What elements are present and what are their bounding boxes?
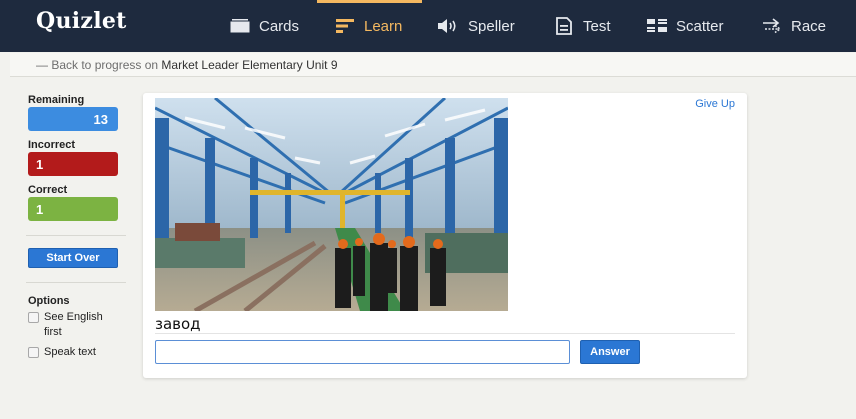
learn-card: Give Up завод Answer — [143, 93, 747, 378]
term-image — [155, 98, 508, 311]
term-text: завод — [155, 315, 201, 333]
sidebar-divider — [26, 235, 126, 236]
correct-label: Correct — [28, 184, 68, 196]
option-speak-text[interactable]: Speak text — [28, 345, 120, 360]
set-name-link[interactable]: Market Leader Elementary Unit 9 — [161, 58, 337, 72]
give-up-link[interactable]: Give Up — [695, 98, 735, 110]
nav-cards-label: Cards — [259, 17, 300, 35]
quizlet-logo[interactable]: Quizlet — [36, 8, 127, 34]
remaining-count: 13 — [28, 107, 118, 131]
nav-speller[interactable]: Speller — [438, 0, 515, 52]
learn-icon — [334, 15, 356, 37]
term-separator — [155, 333, 735, 334]
see-english-first-checkbox[interactable] — [28, 312, 39, 323]
top-nav: Quizlet Cards Learn Speller Test Scatter — [0, 0, 856, 52]
learn-sidebar: Remaining 13 Incorrect 1 Correct 1 Start… — [26, 94, 126, 365]
incorrect-count: 1 — [28, 152, 118, 176]
race-icon — [761, 15, 783, 37]
nav-race[interactable]: Race — [761, 0, 826, 52]
correct-count: 1 — [28, 197, 118, 221]
speaker-icon — [438, 15, 460, 37]
options-title: Options — [28, 295, 70, 307]
nav-learn[interactable]: Learn — [334, 0, 402, 52]
nav-test-label: Test — [583, 17, 611, 35]
incorrect-label: Incorrect — [28, 139, 76, 151]
nav-speller-label: Speller — [468, 17, 515, 35]
nav-race-label: Race — [791, 17, 827, 35]
test-icon — [553, 15, 575, 37]
back-to-progress[interactable]: — Back to progress on Market Leader Elem… — [10, 53, 856, 77]
sidebar-divider — [26, 282, 126, 283]
back-prefix: — Back to progress on — [36, 58, 159, 72]
nav-cards[interactable]: Cards — [229, 0, 299, 52]
nav-scatter[interactable]: Scatter — [646, 0, 724, 52]
answer-button[interactable]: Answer — [580, 340, 640, 364]
answer-input[interactable] — [155, 340, 570, 364]
nav-test[interactable]: Test — [553, 0, 611, 52]
option-see-english-first[interactable]: See English first — [28, 310, 120, 340]
start-over-button[interactable]: Start Over — [28, 248, 118, 268]
nav-learn-label: Learn — [364, 17, 403, 35]
speak-text-label: Speak text — [44, 346, 96, 358]
see-english-first-label: See English first — [44, 311, 103, 338]
speak-text-checkbox[interactable] — [28, 347, 39, 358]
scatter-icon — [646, 15, 668, 37]
remaining-label: Remaining — [28, 94, 85, 106]
nav-scatter-label: Scatter — [676, 17, 724, 35]
cards-icon — [229, 15, 251, 37]
